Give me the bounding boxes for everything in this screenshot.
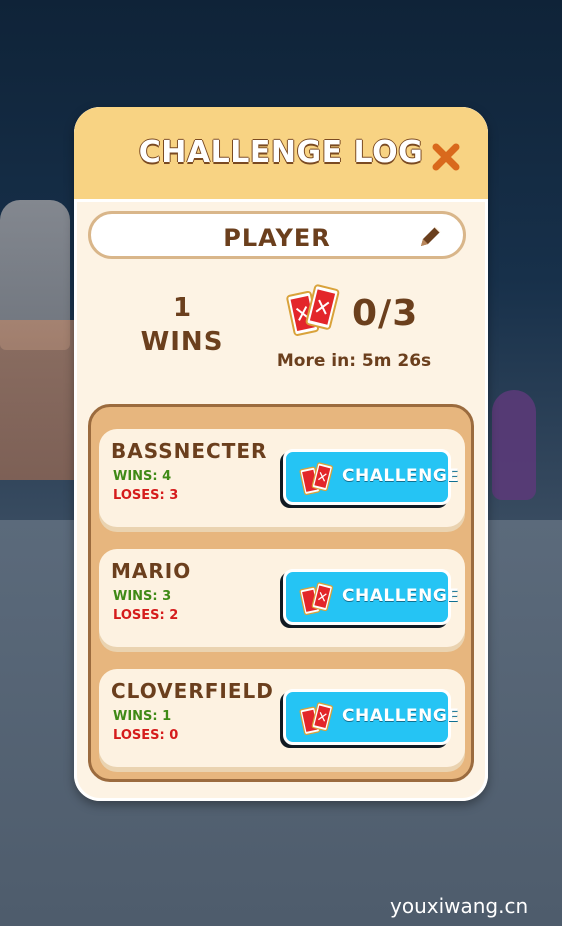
list-item: MARIO WINS: 3 LOSES: 2 CHALLENGE bbox=[99, 549, 465, 647]
watermark: youxiwang.cn bbox=[390, 894, 529, 918]
player-name: PLAYER bbox=[223, 224, 331, 252]
challenge-button[interactable]: CHALLENGE bbox=[283, 449, 459, 505]
opponent-wins: WINS: 4 bbox=[113, 469, 172, 484]
challenge-button-label: CHALLENGE bbox=[342, 706, 460, 726]
opponent-loses: LOSES: 0 bbox=[113, 728, 179, 743]
list-item: CLOVERFIELD WINS: 1 LOSES: 0 CHALLENGE bbox=[99, 669, 465, 767]
close-icon bbox=[432, 143, 460, 171]
list-item: BASSNECTER WINS: 4 LOSES: 3 CHALLENGE bbox=[99, 429, 465, 527]
ticket-icon bbox=[286, 284, 340, 336]
refill-timer: More in: 5m 26s bbox=[276, 351, 432, 371]
challenge-button-label: CHALLENGE bbox=[342, 466, 460, 486]
close-button[interactable] bbox=[426, 137, 466, 177]
wins-count: 1 bbox=[172, 293, 192, 323]
opponent-loses: LOSES: 3 bbox=[113, 488, 179, 503]
opponent-wins: WINS: 1 bbox=[113, 709, 172, 724]
background-character bbox=[492, 390, 536, 500]
opponent-list: BASSNECTER WINS: 4 LOSES: 3 CHALLENGE MA… bbox=[88, 404, 474, 782]
challenge-button[interactable]: CHALLENGE bbox=[283, 689, 459, 745]
opponent-name: CLOVERFIELD bbox=[111, 679, 274, 703]
edit-name-button[interactable] bbox=[415, 222, 445, 252]
ticket-icon bbox=[299, 702, 334, 736]
wins-label: WINS bbox=[140, 327, 224, 357]
opponent-name: MARIO bbox=[111, 559, 192, 583]
pencil-icon bbox=[421, 226, 441, 246]
ticket-count: 0/3 bbox=[352, 293, 419, 334]
challenge-log-modal: CHALLENGE LOG PLAYER 1 WINS 0/3 More in:… bbox=[74, 107, 488, 801]
modal-header: CHALLENGE LOG bbox=[74, 107, 488, 202]
opponent-loses: LOSES: 2 bbox=[113, 608, 179, 623]
player-name-bar: PLAYER bbox=[88, 211, 466, 259]
challenge-button[interactable]: CHALLENGE bbox=[283, 569, 459, 625]
ticket-icon bbox=[299, 582, 334, 616]
ticket-icon bbox=[299, 462, 334, 496]
opponent-name: BASSNECTER bbox=[111, 439, 268, 463]
challenge-button-label: CHALLENGE bbox=[342, 586, 460, 606]
opponent-wins: WINS: 3 bbox=[113, 589, 172, 604]
